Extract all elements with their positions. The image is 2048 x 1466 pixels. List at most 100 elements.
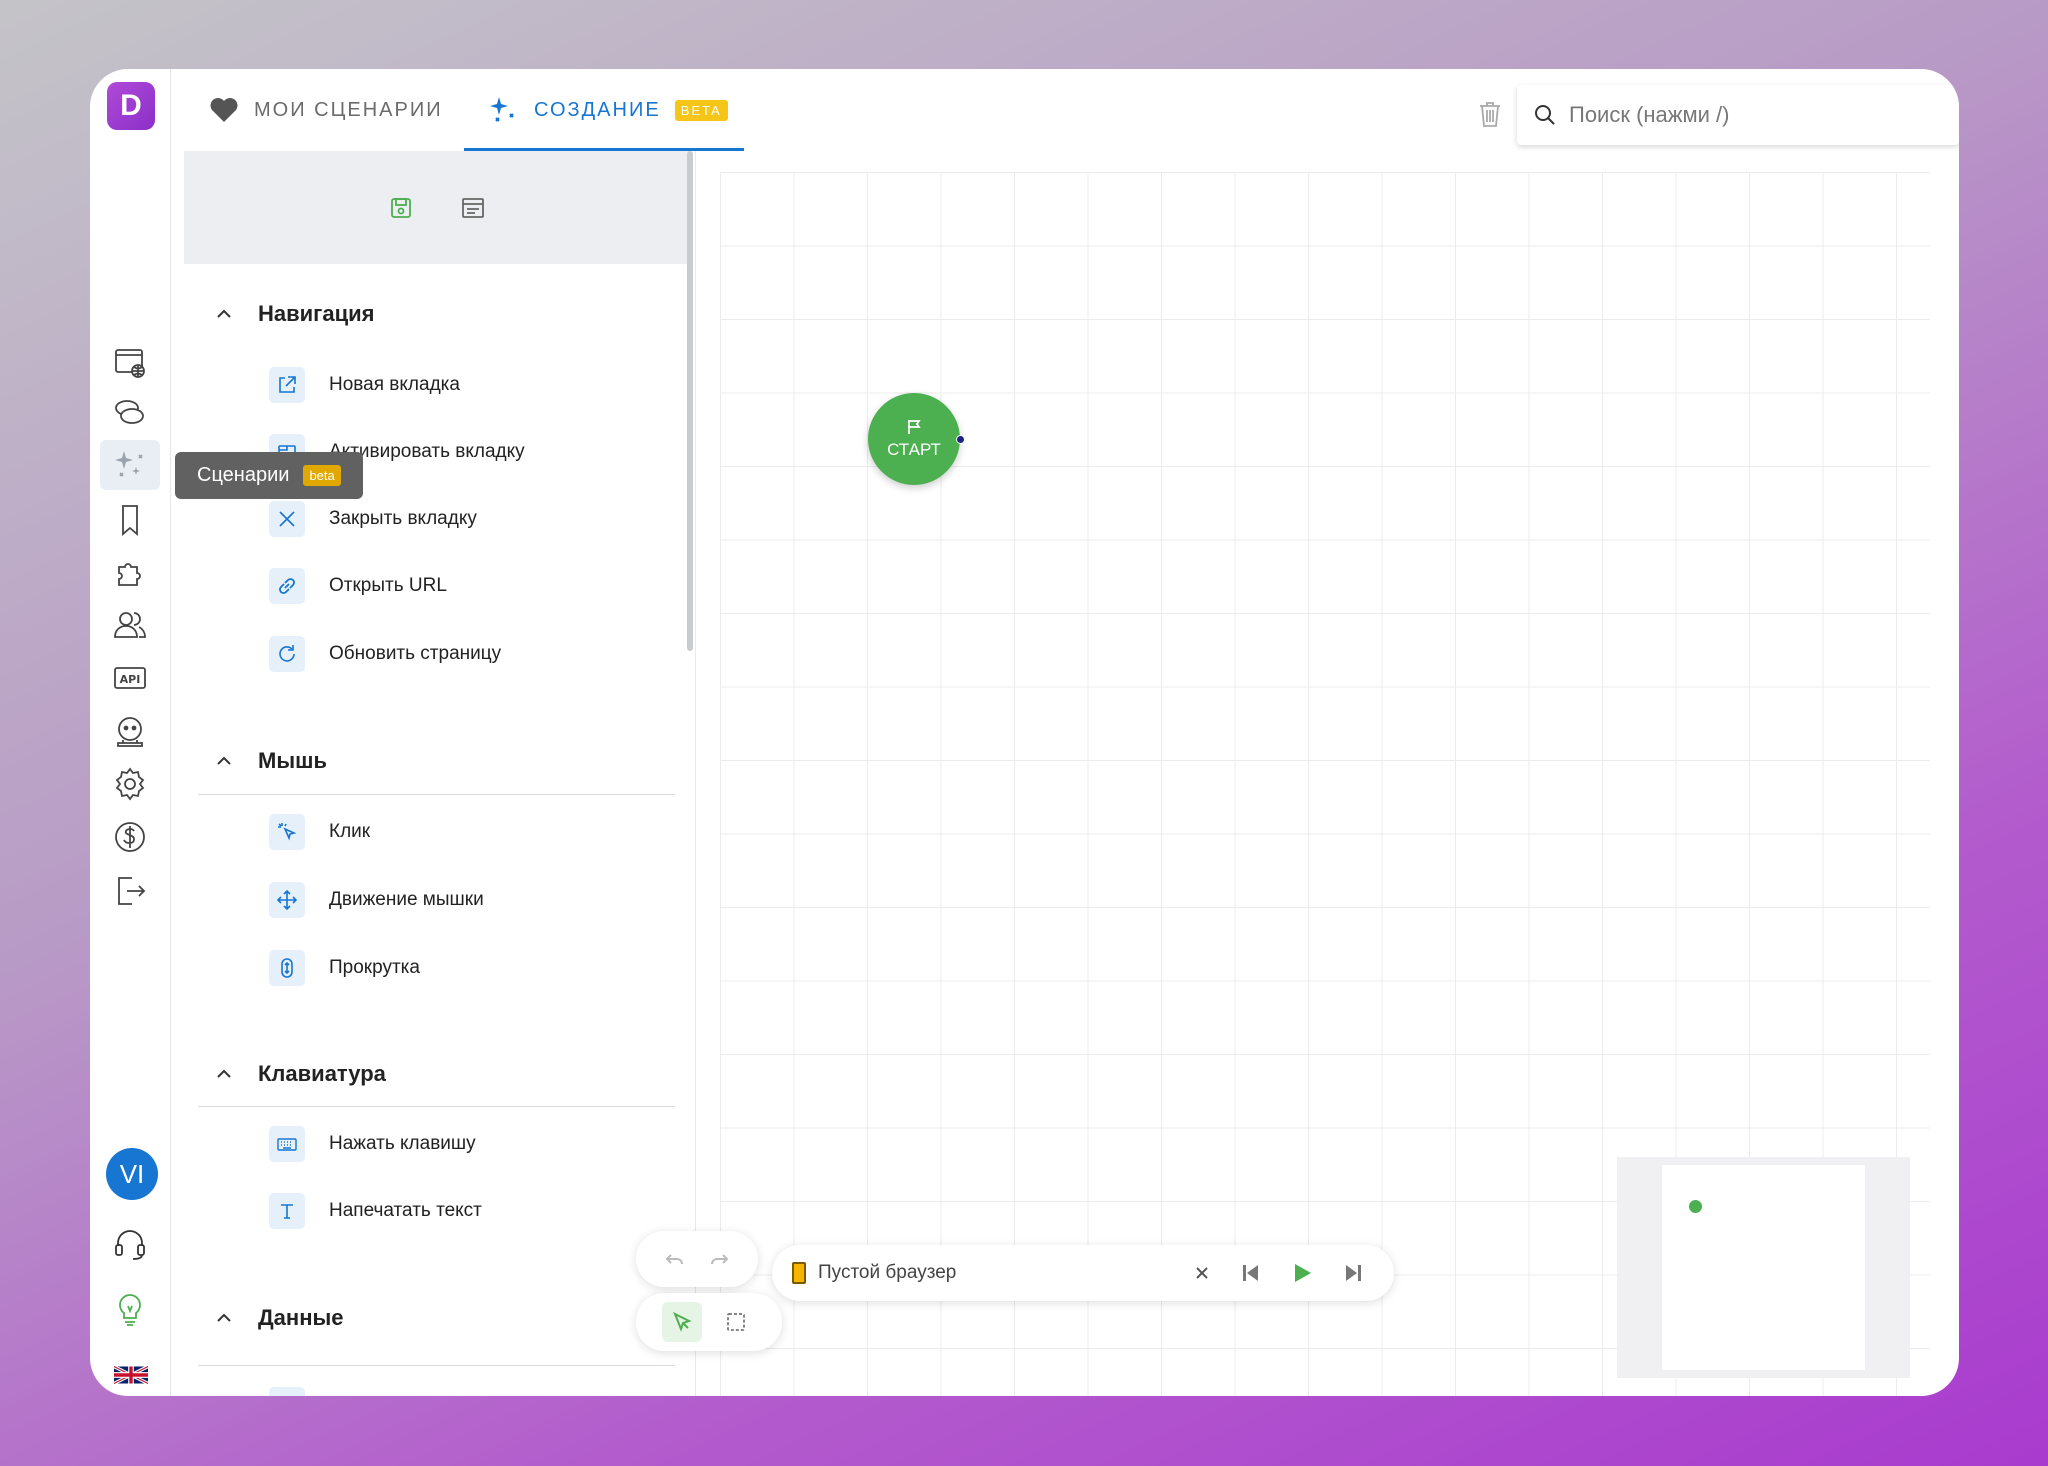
- chat-icon[interactable]: [100, 387, 160, 437]
- browser-globe-icon[interactable]: [100, 338, 160, 388]
- tab-my-scenarios[interactable]: МОИ СЦЕНАРИИ: [208, 69, 443, 151]
- headset-icon[interactable]: [100, 1219, 160, 1269]
- action-new-tab[interactable]: Новая вкладка: [269, 367, 460, 403]
- action-refresh-page[interactable]: Обновить страницу: [269, 636, 501, 672]
- heart-icon: [210, 98, 238, 122]
- box-select-button[interactable]: [716, 1302, 756, 1342]
- action-label: Закрыть вкладку: [329, 508, 477, 529]
- cursor-click-icon: [278, 823, 297, 841]
- gear-icon[interactable]: [100, 759, 160, 809]
- keyboard-icon: [277, 1138, 297, 1151]
- action-label: Клик: [329, 821, 371, 842]
- redo-button[interactable]: [699, 1239, 739, 1279]
- chevron-up-icon: [217, 1313, 231, 1322]
- action-close-tab[interactable]: Закрыть вкладку: [269, 501, 477, 537]
- undo-button[interactable]: [655, 1239, 695, 1279]
- close-icon: [1196, 1267, 1208, 1279]
- action-label: Движение мышки: [329, 889, 484, 910]
- play-icon: [1295, 1264, 1311, 1282]
- move-icon: [276, 889, 298, 911]
- browser-profile-label[interactable]: Пустой браузер: [818, 1262, 1182, 1284]
- sparkle-icon: [490, 97, 514, 122]
- action-press-key[interactable]: Нажать клавишу: [269, 1126, 476, 1162]
- api-icon-text: API: [120, 673, 141, 686]
- start-node[interactable]: СТАРТ: [868, 393, 960, 485]
- action-click[interactable]: Клик: [269, 814, 370, 850]
- link-icon: [279, 578, 295, 594]
- undo-icon: [665, 1254, 683, 1265]
- chevron-up-icon: [217, 1069, 231, 1078]
- trash-icon[interactable]: [1475, 99, 1505, 129]
- api-icon[interactable]: API: [100, 653, 160, 703]
- selection-toolbar: [636, 1293, 782, 1351]
- minimap-viewport[interactable]: [1662, 1165, 1865, 1370]
- panel-separator: [695, 151, 696, 1396]
- run-button[interactable]: [1282, 1253, 1322, 1293]
- step-back-button[interactable]: [1230, 1253, 1270, 1293]
- skip-back-icon: [1243, 1265, 1258, 1281]
- action-mouse-move[interactable]: Движение мышки: [269, 882, 484, 918]
- skip-forward-icon: [1346, 1265, 1361, 1281]
- browser-profile-icon: [792, 1262, 806, 1284]
- tab-create-beta-badge: beta: [674, 99, 728, 121]
- section-mouse-title: Мышь: [258, 748, 327, 773]
- minimap[interactable]: [1617, 1157, 1910, 1378]
- left-rail: D API VI: [90, 69, 170, 1396]
- section-navigation[interactable]: Навигация: [214, 301, 374, 327]
- section-mouse[interactable]: Мышь: [214, 748, 327, 774]
- chevron-up-icon: [217, 756, 231, 765]
- action-label: Нажать клавишу: [329, 1133, 476, 1154]
- user-avatar[interactable]: VI: [106, 1148, 158, 1200]
- lightbulb-icon[interactable]: [100, 1285, 160, 1335]
- section-keyboard-title: Клавиатура: [258, 1061, 386, 1086]
- action-label: Новая вкладка: [329, 374, 460, 395]
- clear-browser-button[interactable]: [1182, 1253, 1222, 1293]
- action-type-text[interactable]: Напечатать текст: [269, 1193, 482, 1229]
- action-data-partial[interactable]: [269, 1387, 305, 1396]
- uk-flag-icon[interactable]: [114, 1364, 148, 1386]
- external-link-icon: [279, 376, 296, 393]
- scenarios-tooltip: Сценарии beta: [175, 452, 363, 499]
- section-keyboard[interactable]: Клавиатура: [214, 1061, 386, 1087]
- refresh-icon: [279, 645, 295, 662]
- dollar-icon[interactable]: [100, 812, 160, 862]
- section-divider: [198, 1106, 675, 1107]
- details-button[interactable]: [457, 192, 489, 224]
- users-icon[interactable]: [100, 600, 160, 650]
- action-scroll[interactable]: Прокрутка: [269, 950, 420, 986]
- minimap-start-node: [1689, 1200, 1702, 1213]
- save-icon: [390, 197, 411, 218]
- search-icon: [1535, 105, 1555, 125]
- section-data-title: Данные: [258, 1305, 344, 1330]
- search-input[interactable]: [1569, 102, 1929, 128]
- logout-icon[interactable]: [100, 866, 160, 916]
- bookmark-icon[interactable]: [100, 495, 160, 545]
- scroll-icon: [281, 958, 293, 978]
- save-button[interactable]: [385, 192, 417, 224]
- history-toolbar: [636, 1231, 758, 1287]
- pointer-mode-button[interactable]: [662, 1302, 702, 1342]
- action-label: Открыть URL: [329, 575, 447, 596]
- cursor-icon: [673, 1311, 692, 1332]
- app-window: D API VI Сценарии beta МОИ СЦЕНАРИИ СОЗД…: [90, 69, 1959, 1396]
- puzzle-icon[interactable]: [100, 547, 160, 597]
- panel-toolbar: [184, 151, 689, 264]
- section-data[interactable]: Данные: [214, 1305, 344, 1331]
- step-forward-button[interactable]: [1334, 1253, 1374, 1293]
- runner-toolbar: Пустой браузер: [772, 1245, 1394, 1301]
- app-logo[interactable]: D: [107, 82, 155, 130]
- tab-create-label: СОЗДАНИЕ: [534, 98, 661, 121]
- flag-icon: [908, 420, 921, 434]
- start-node-output-port[interactable]: [956, 435, 965, 444]
- marquee-select-icon: [727, 1313, 745, 1331]
- robot-icon[interactable]: [100, 706, 160, 756]
- sparkle-icon[interactable]: [100, 440, 160, 490]
- tab-create[interactable]: СОЗДАНИЕ beta: [488, 69, 728, 151]
- section-divider: [198, 1365, 675, 1366]
- action-label: Прокрутка: [329, 957, 420, 978]
- action-open-url[interactable]: Открыть URL: [269, 568, 447, 604]
- search-box[interactable]: [1517, 85, 1959, 145]
- redo-icon: [711, 1254, 729, 1265]
- action-label: Напечатать текст: [329, 1200, 482, 1221]
- panel-scrollbar[interactable]: [687, 151, 693, 651]
